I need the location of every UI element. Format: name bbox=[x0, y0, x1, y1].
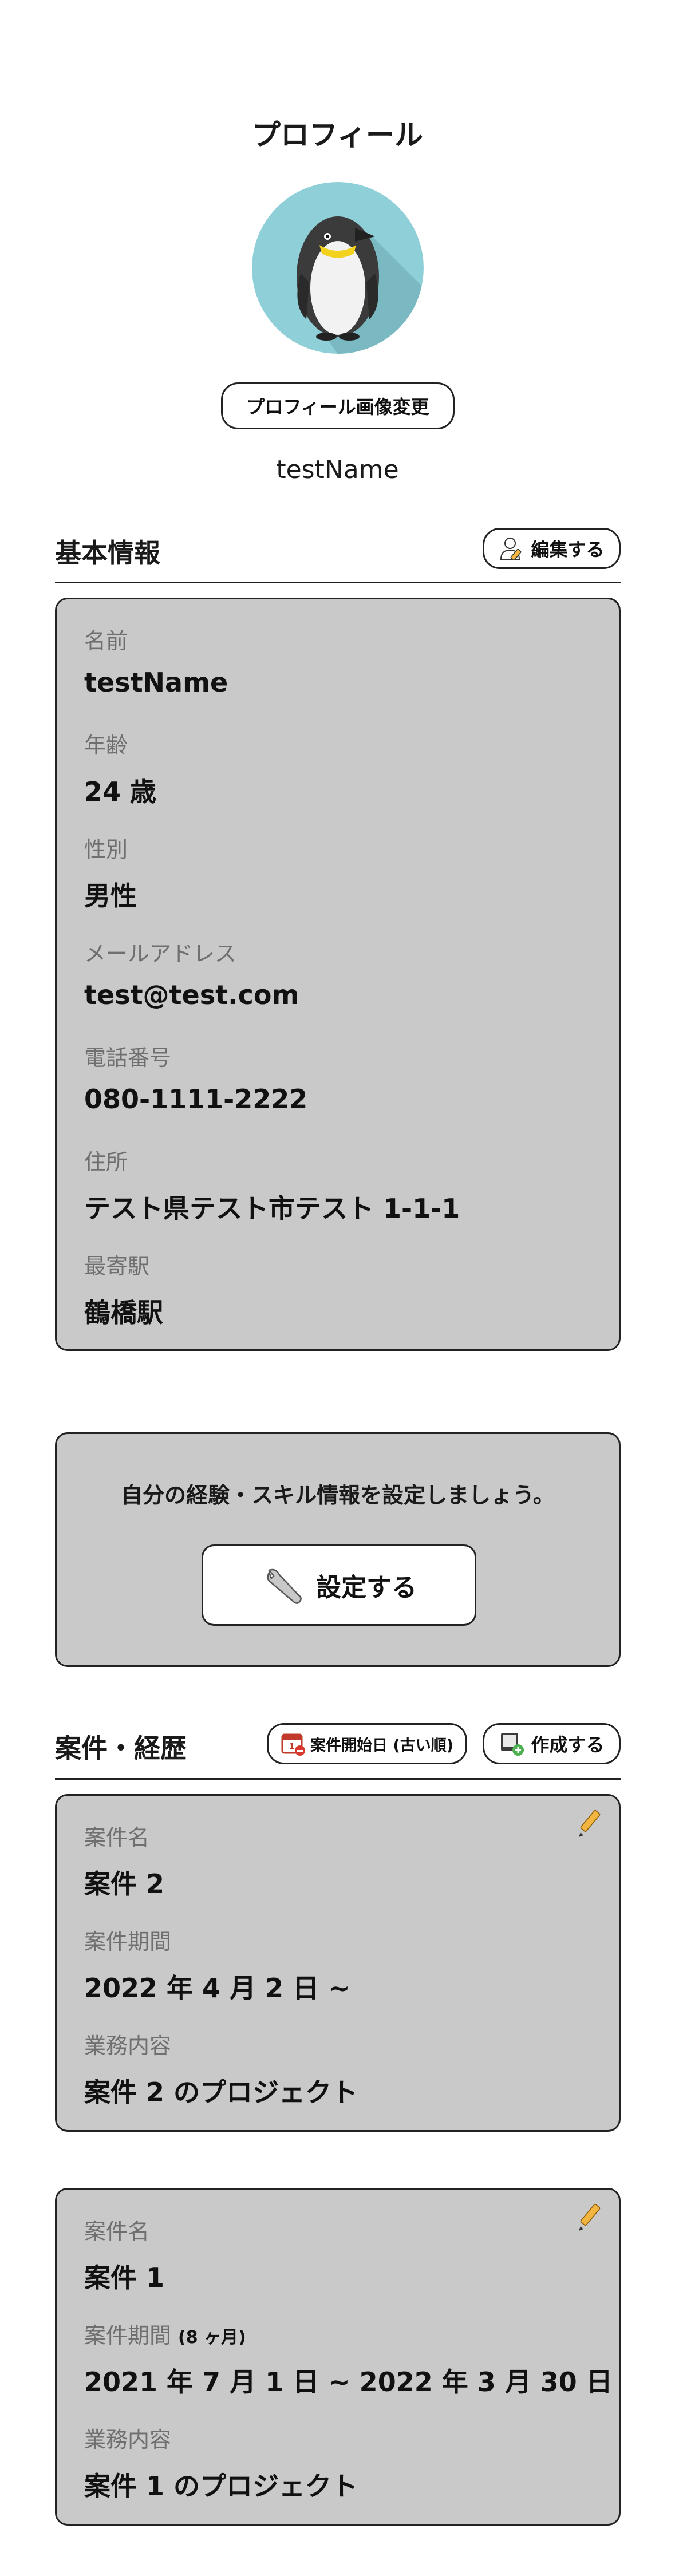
change-photo-label: プロフィール画像変更 bbox=[246, 396, 429, 418]
wrench-icon bbox=[267, 1568, 302, 1604]
email-label: メールアドレス bbox=[84, 941, 237, 966]
project-duration: (8 ヶ月) bbox=[178, 2328, 246, 2348]
section-divider bbox=[55, 582, 621, 583]
project-card[interactable]: 案件名 案件 1 案件期間 (8 ヶ月) 2021 年 7 月 1 日 ~ 202… bbox=[55, 2188, 621, 2526]
phone-label: 電話番号 bbox=[84, 1045, 172, 1070]
edit-profile-button[interactable]: 編集する bbox=[483, 528, 621, 569]
skills-setup-button[interactable]: 設定する bbox=[202, 1544, 476, 1626]
station-value: 鶴橋駅 bbox=[84, 1297, 163, 1328]
create-project-label: 作成する bbox=[531, 1734, 605, 1756]
avatar bbox=[252, 182, 424, 354]
age-label: 年齢 bbox=[84, 733, 128, 758]
penguin-icon bbox=[252, 182, 424, 354]
gender-value: 男性 bbox=[84, 880, 137, 911]
project-name-label: 案件名 bbox=[84, 2219, 150, 2244]
address-label: 住所 bbox=[84, 1149, 128, 1175]
create-project-button[interactable]: 作成する bbox=[483, 1723, 621, 1764]
project-name: 案件 2 bbox=[84, 1868, 165, 1899]
project-name: 案件 1 bbox=[84, 2262, 165, 2293]
name-value: testName bbox=[84, 667, 228, 698]
project-name-label: 案件名 bbox=[84, 1825, 150, 1850]
change-photo-button[interactable]: プロフィール画像変更 bbox=[221, 382, 455, 429]
basic-info-title: 基本情報 bbox=[55, 538, 160, 568]
sort-label: 案件開始日 (古い順) bbox=[310, 1736, 454, 1755]
project-desc: 案件 2 のプロジェクト bbox=[84, 2077, 358, 2108]
gender-label: 性別 bbox=[84, 837, 128, 862]
station-label: 最寄駅 bbox=[84, 1254, 150, 1279]
pencil-icon[interactable] bbox=[575, 1808, 605, 1838]
email-value: test@test.com bbox=[84, 979, 299, 1010]
project-period-label: 案件期間 (8 ヶ月) bbox=[84, 2323, 246, 2348]
pencil-icon[interactable] bbox=[575, 2202, 605, 2232]
project-desc: 案件 1 のプロジェクト bbox=[84, 2471, 358, 2502]
add-document-icon bbox=[501, 1733, 524, 1756]
project-period: 2021 年 7 月 1 日 ~ 2022 年 3 月 30 日 bbox=[84, 2366, 613, 2397]
basic-info-card: 名前 testName 年齢 24 歳 性別 男性 メールアドレス test@t… bbox=[55, 598, 621, 1351]
project-card[interactable]: 案件名 案件 2 案件期間 2022 年 4 月 2 日 ~ 業務内容 案件 2… bbox=[55, 1794, 621, 2132]
edit-profile-label: 編集する bbox=[531, 539, 605, 560]
project-desc-label: 業務内容 bbox=[84, 2033, 172, 2059]
project-desc-label: 業務内容 bbox=[84, 2427, 172, 2452]
age-value: 24 歳 bbox=[84, 776, 157, 807]
sort-button[interactable]: 1 案件開始日 (古い順) bbox=[267, 1723, 467, 1764]
skills-prompt: 自分の経験・スキル情報を設定しましょう。 bbox=[121, 1483, 555, 1508]
calendar-icon: 1 bbox=[281, 1733, 305, 1756]
edit-user-icon bbox=[500, 538, 522, 561]
phone-value: 080-1111-2222 bbox=[84, 1084, 308, 1115]
project-period: 2022 年 4 月 2 日 ~ bbox=[84, 1973, 350, 2004]
username: testName bbox=[276, 455, 399, 484]
svg-text:1: 1 bbox=[289, 1741, 295, 1752]
section-divider bbox=[55, 1778, 621, 1780]
projects-title: 案件・経歴 bbox=[55, 1733, 187, 1764]
name-label: 名前 bbox=[84, 629, 128, 654]
page-title: プロフィール bbox=[252, 118, 423, 152]
project-period-label: 案件期間 bbox=[84, 1929, 172, 1954]
address-value: テスト県テスト市テスト 1-1-1 bbox=[84, 1193, 460, 1224]
skills-setup-label: 設定する bbox=[316, 1573, 417, 1602]
skills-card: 自分の経験・スキル情報を設定しましょう。 設定する bbox=[55, 1432, 621, 1667]
